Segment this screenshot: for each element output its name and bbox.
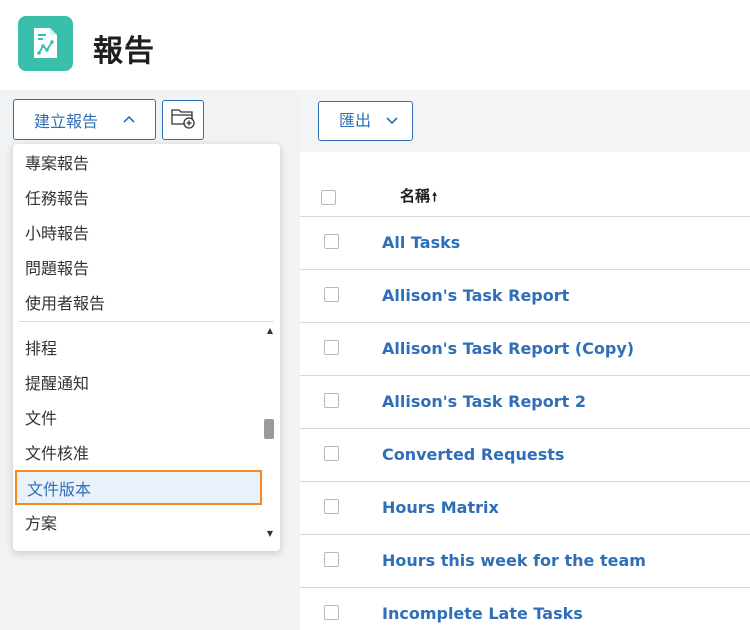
menu-item-task-report[interactable]: 任務報告 xyxy=(25,184,89,214)
table-row: Allison's Task Report (Copy) xyxy=(300,323,750,376)
page-title: 報告 xyxy=(93,34,155,69)
add-folder-icon xyxy=(170,106,196,134)
toolbar: 匯出 xyxy=(300,90,750,152)
add-folder-button[interactable] xyxy=(162,100,204,140)
table-row: Allison's Task Report xyxy=(300,270,750,323)
table-row: Converted Requests xyxy=(300,429,750,482)
menu-item-schedule[interactable]: 排程 xyxy=(25,334,57,364)
export-button[interactable]: 匯出 xyxy=(318,101,413,141)
row-checkbox[interactable] xyxy=(324,287,339,302)
chevron-up-icon xyxy=(123,112,135,126)
report-link[interactable]: All Tasks xyxy=(382,233,460,252)
row-checkbox[interactable] xyxy=(324,552,339,567)
row-checkbox[interactable] xyxy=(324,340,339,355)
column-header-name[interactable]: 名稱 🠕 xyxy=(400,185,437,209)
menu-item-reminder[interactable]: 提醒通知 xyxy=(25,369,89,399)
table-row: Allison's Task Report 2 xyxy=(300,376,750,429)
sort-ascending-arrow-icon: 🠕 xyxy=(432,190,438,204)
main-content: 匯出 名稱 🠕 All Tasks Allison's Task Report A… xyxy=(300,90,750,630)
row-checkbox[interactable] xyxy=(324,605,339,620)
menu-item-project-report[interactable]: 專案報告 xyxy=(25,149,89,179)
report-link[interactable]: Allison's Task Report (Copy) xyxy=(382,339,634,358)
report-link[interactable]: Allison's Task Report xyxy=(382,286,569,305)
row-checkbox[interactable] xyxy=(324,446,339,461)
report-link[interactable]: Incomplete Late Tasks xyxy=(382,604,583,623)
menu-item-document[interactable]: 文件 xyxy=(25,404,57,434)
export-label: 匯出 xyxy=(339,111,372,130)
scroll-up-arrow-icon[interactable]: ▲ xyxy=(267,326,273,335)
report-link[interactable]: Allison's Task Report 2 xyxy=(382,392,586,411)
menu-item-document-version[interactable]: 文件版本 xyxy=(15,470,262,505)
menu-divider xyxy=(19,321,274,322)
app-header: 報告 xyxy=(0,0,750,90)
menu-item-user-report[interactable]: 使用者報告 xyxy=(25,289,105,319)
row-checkbox[interactable] xyxy=(324,393,339,408)
report-link[interactable]: Hours this week for the team xyxy=(382,551,646,570)
menu-item-issue-report[interactable]: 問題報告 xyxy=(25,254,89,284)
column-name-label: 名稱 xyxy=(400,187,431,205)
report-link[interactable]: Converted Requests xyxy=(382,445,564,464)
create-report-button[interactable]: 建立報告 xyxy=(13,99,156,140)
menu-item-plan[interactable]: 方案 xyxy=(25,509,57,539)
create-report-dropdown: 專案報告 任務報告 小時報告 問題報告 使用者報告 排程 提醒通知 文件 文件核… xyxy=(13,144,280,551)
menu-item-document-version-label: 文件版本 xyxy=(27,480,92,499)
create-report-label: 建立報告 xyxy=(34,111,99,131)
chevron-down-icon xyxy=(386,102,398,140)
table-row: Hours Matrix xyxy=(300,482,750,535)
menu-item-hour-report[interactable]: 小時報告 xyxy=(25,219,89,249)
row-checkbox[interactable] xyxy=(324,234,339,249)
report-link[interactable]: Hours Matrix xyxy=(382,498,499,517)
dropdown-scrollbar-thumb[interactable] xyxy=(264,419,274,439)
table-row: Hours this week for the team xyxy=(300,535,750,588)
menu-item-document-approval[interactable]: 文件核准 xyxy=(25,439,89,469)
left-panel: 建立報告 專案報告 任務報告 小時報告 問題報告 使用者報告 排程 提醒通知 文… xyxy=(0,90,300,630)
table-row: Incomplete Late Tasks xyxy=(300,588,750,630)
report-chart-icon xyxy=(18,16,73,71)
scroll-down-arrow-icon[interactable]: ▼ xyxy=(267,529,273,538)
table-header: 名稱 🠕 xyxy=(300,152,750,217)
select-all-checkbox[interactable] xyxy=(321,190,336,205)
table-row: All Tasks xyxy=(300,217,750,270)
row-checkbox[interactable] xyxy=(324,499,339,514)
